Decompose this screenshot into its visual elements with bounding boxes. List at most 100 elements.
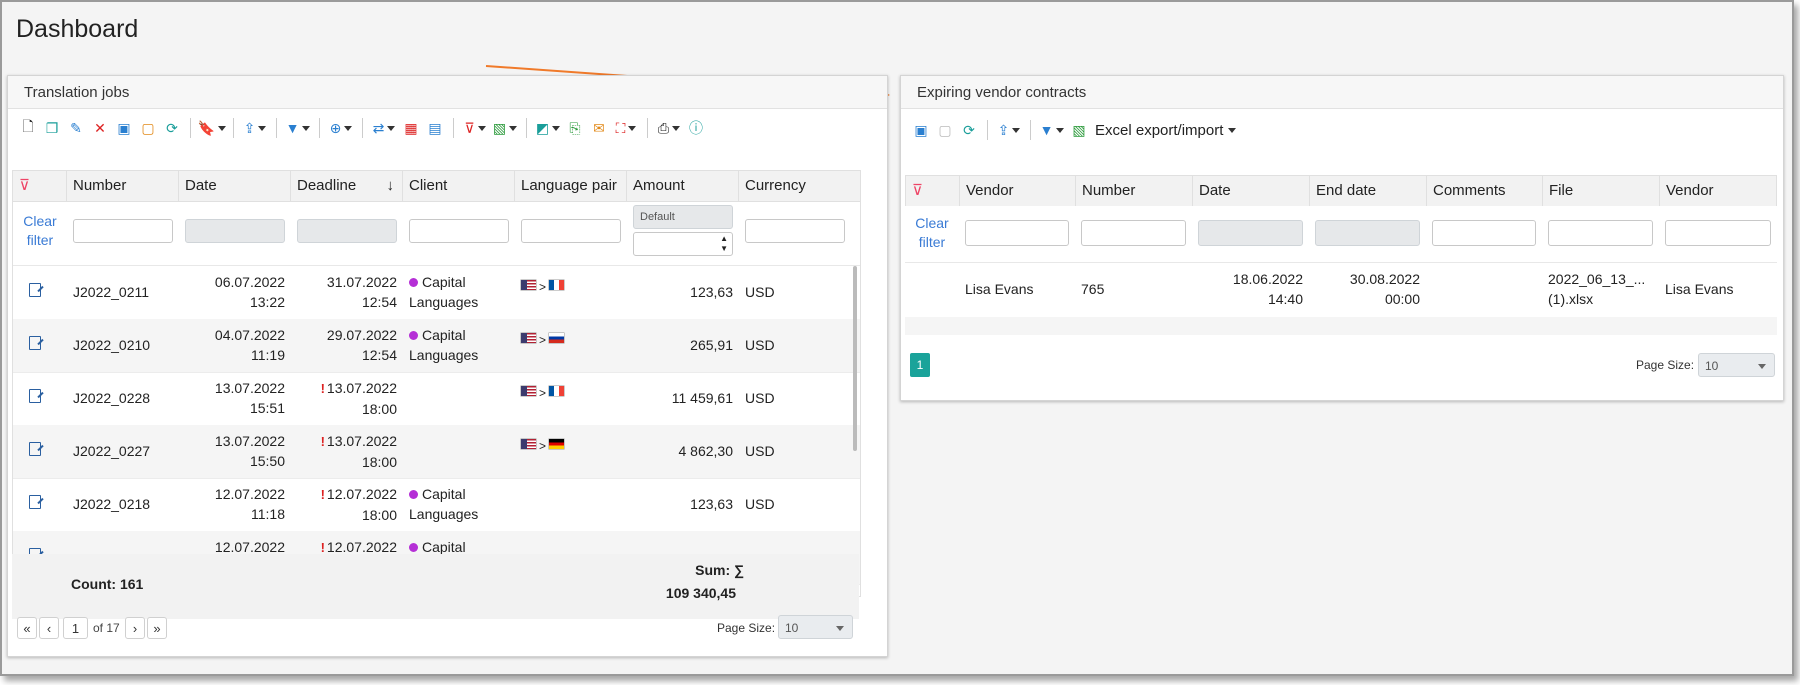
columns-edit-icon[interactable]: ▤ — [423, 117, 447, 139]
table-row[interactable]: J2022_0210 04.07.2022 11:19 29.07.2022 12:54… — [13, 319, 860, 373]
filter-number-input[interactable] — [73, 219, 173, 243]
workflow-icon[interactable]: ⛶ — [611, 117, 641, 139]
col-file[interactable]: File — [1543, 176, 1660, 206]
cell-number: J2022_0227 — [73, 443, 151, 459]
cell-client-line2: Languages — [409, 506, 479, 522]
add-circle-icon[interactable]: ⊕ — [326, 117, 356, 139]
last-page-button[interactable]: » — [147, 617, 167, 639]
filter-currency-input[interactable] — [745, 219, 845, 243]
page-size-select[interactable]: 10 — [1698, 353, 1775, 377]
table-row[interactable]: J2022_0211 06.07.2022 13:22 31.07.2022 12:54… — [13, 266, 860, 320]
flag-fr-icon — [549, 386, 565, 396]
scrollbar[interactable] — [853, 266, 857, 451]
select-all-icon[interactable]: ▣ — [909, 119, 933, 141]
filter-icon[interactable]: ▼ — [1037, 119, 1067, 141]
filter-client-input[interactable] — [409, 219, 509, 243]
cell-deadline-time: 12:54 — [361, 294, 397, 310]
page-1-button[interactable]: 1 — [910, 353, 930, 377]
clear-filter-link[interactable]: Clear filter — [13, 212, 67, 250]
edit-row-icon[interactable] — [23, 282, 47, 302]
cell-number: J2022_0210 — [73, 337, 151, 353]
help-icon[interactable]: ⓘ — [684, 117, 708, 139]
print-icon[interactable]: ⎙ — [654, 117, 684, 139]
excel-export-import-button[interactable]: Excel export/import — [1095, 121, 1237, 139]
export-icon[interactable]: ⇪ — [994, 119, 1024, 141]
next-page-button[interactable]: › — [125, 617, 145, 639]
deselect-icon[interactable]: ▢ — [933, 119, 957, 141]
swap-icon[interactable]: ⇄ — [369, 117, 399, 139]
cell-language-pair: > — [515, 329, 627, 350]
deselect-icon[interactable]: ▢ — [136, 117, 160, 139]
refresh-icon[interactable]: ⟳ — [957, 119, 981, 141]
doc-plus-icon[interactable]: ⎘ — [563, 117, 587, 139]
filter-language-pair-input[interactable] — [521, 219, 621, 243]
col-comments[interactable]: Comments — [1427, 176, 1543, 206]
edit-row-icon[interactable] — [23, 388, 47, 408]
refresh-icon[interactable]: ⟳ — [160, 117, 184, 139]
cell-number: J2022_0228 — [73, 390, 151, 406]
filter-toggle-icon[interactable]: ⊽ — [906, 176, 960, 206]
col-date[interactable]: Date — [1193, 176, 1310, 206]
filter-date-input[interactable] — [1198, 220, 1303, 246]
table-row[interactable]: J2022_0218 12.07.2022 11:18! 12.07.2022 18:0… — [13, 478, 860, 532]
table-row[interactable]: J2022_0227 13.07.2022 15:50! 13.07.2022 18:0… — [13, 425, 860, 479]
clear-filter-link[interactable]: Clear filter — [905, 214, 959, 252]
col-deadline[interactable]: Deadline ↓ — [291, 171, 403, 201]
edit-row-icon[interactable] — [23, 441, 47, 461]
edit-row-icon[interactable] — [23, 494, 47, 514]
col-vendor-2[interactable]: Vendor — [1660, 176, 1777, 206]
col-language-pair[interactable]: Language pair — [515, 171, 627, 201]
page-number-input[interactable]: 1 — [63, 617, 88, 639]
cell-amount: 265,91 — [690, 337, 733, 353]
new-icon[interactable]: 🗋 — [16, 117, 40, 139]
col-currency[interactable]: Currency — [739, 171, 860, 201]
col-number[interactable]: Number — [67, 171, 179, 201]
flag-us-icon — [521, 333, 536, 343]
filter-amount-input[interactable]: ▲ ▼ — [633, 232, 733, 256]
filter-toggle-icon[interactable]: ⊽ — [13, 171, 67, 201]
cell-date-day: 18.06.2022 — [1232, 271, 1303, 287]
cell-client-line1: Capital — [422, 486, 466, 502]
delete-icon[interactable]: ✕ — [88, 117, 112, 139]
cell-file[interactable]: 2022_06_13_... (1).xlsx — [1542, 269, 1659, 309]
filter-deadline-input[interactable] — [297, 219, 397, 243]
filter-end-date-input[interactable] — [1315, 220, 1420, 246]
filter-file-input[interactable] — [1548, 220, 1653, 246]
cell-amount: 123,63 — [690, 496, 733, 512]
col-client[interactable]: Client — [403, 171, 515, 201]
filter-icon[interactable]: ▼ — [283, 117, 313, 139]
filter-amount-operator[interactable]: Default — [633, 205, 733, 229]
filter-vendor-input[interactable] — [965, 220, 1069, 246]
excel-icon[interactable]: ▧ — [490, 117, 520, 139]
col-date[interactable]: Date — [179, 171, 291, 201]
page-size-select[interactable]: 10 — [778, 615, 853, 639]
table-row[interactable]: Lisa Evans 765 18.06.2022 14:40 30.08.20… — [905, 263, 1777, 317]
filter-vendor-2-input[interactable] — [1665, 220, 1771, 246]
first-page-button[interactable]: « — [17, 617, 37, 639]
spinner-icon[interactable]: ▲ ▼ — [720, 234, 728, 254]
cell-language-pair: > — [515, 382, 627, 403]
copy-icon[interactable]: ❐ — [40, 117, 64, 139]
excel-export-import-label: Excel export/import — [1095, 121, 1224, 139]
col-vendor[interactable]: Vendor — [960, 176, 1076, 206]
filter-date-input[interactable] — [185, 219, 285, 243]
table-row[interactable]: J2022_0228 13.07.2022 15:51! 13.07.2022 18:0… — [13, 372, 860, 426]
filter-number-input[interactable] — [1081, 220, 1186, 246]
puzzle-icon[interactable]: ◩ — [533, 117, 563, 139]
calendar-icon[interactable]: ▦ — [399, 117, 423, 139]
mail-icon[interactable]: ✉ — [587, 117, 611, 139]
col-end-date[interactable]: End date — [1310, 176, 1427, 206]
export-icon[interactable]: ⇪ — [240, 117, 270, 139]
edit-row-icon[interactable] — [23, 335, 47, 355]
col-amount[interactable]: Amount — [627, 171, 739, 201]
bookmark-icon[interactable]: 🔖 — [197, 117, 227, 139]
cell-deadline: ! 13.07.2022 18:00 — [291, 431, 403, 472]
select-all-icon[interactable]: ▣ — [112, 117, 136, 139]
filter-comments-input[interactable] — [1432, 220, 1536, 246]
excel-icon[interactable]: ▧ — [1067, 119, 1091, 141]
clear-filter-icon[interactable]: ⊽ — [460, 117, 490, 139]
prev-page-button[interactable]: ‹ — [39, 617, 59, 639]
col-number[interactable]: Number — [1076, 176, 1193, 206]
edit-icon[interactable]: ✎ — [64, 117, 88, 139]
cell-deadline-day: 12.07.2022 — [326, 539, 397, 555]
